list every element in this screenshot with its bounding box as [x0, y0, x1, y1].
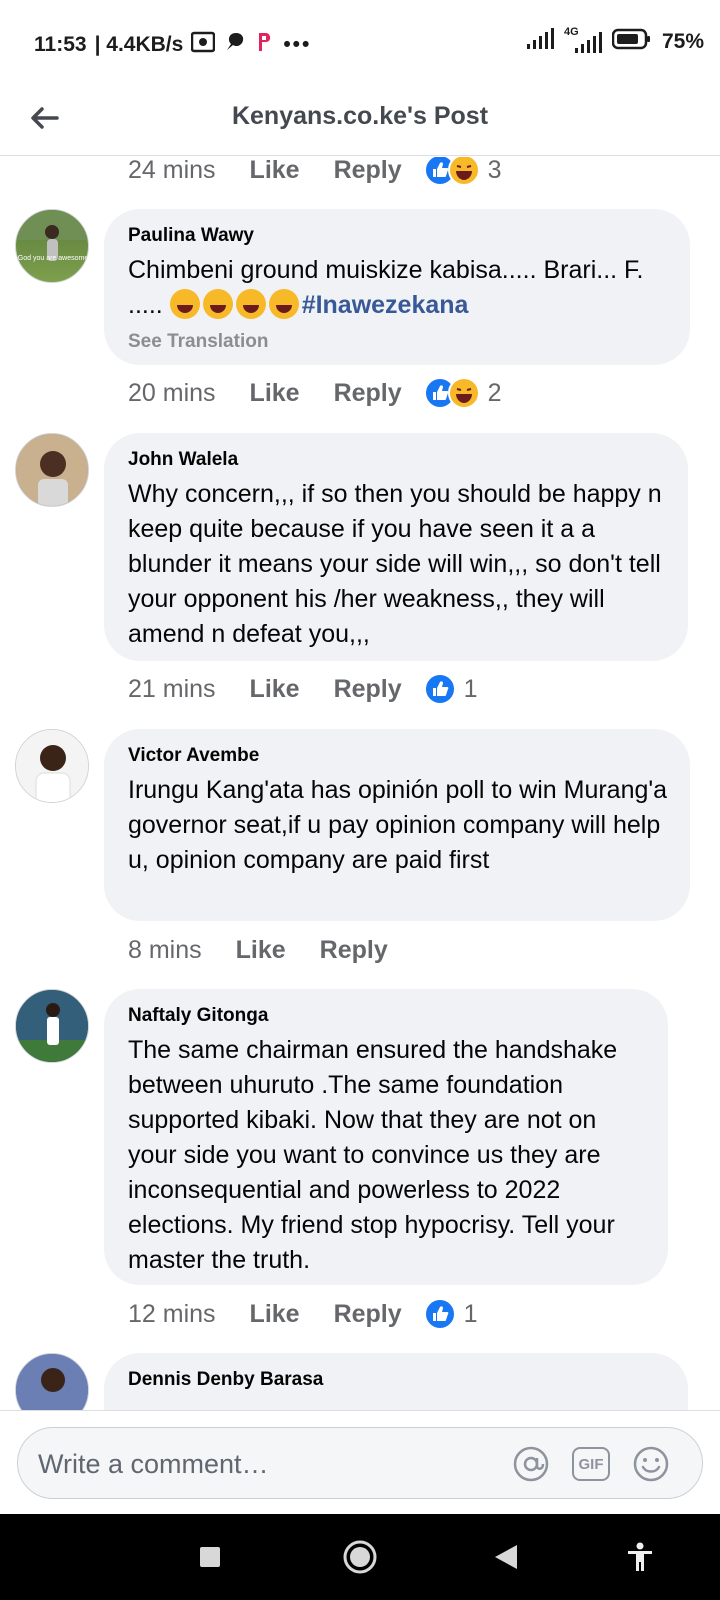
- hashtag-link[interactable]: #Inawezekana: [302, 291, 469, 319]
- avatar[interactable]: [15, 1353, 89, 1410]
- comment-time: 12 mins: [128, 1299, 216, 1328]
- comment-bubble[interactable]: Dennis Denby Barasa: [104, 1353, 688, 1410]
- gif-button[interactable]: GIF: [570, 1443, 612, 1485]
- comment-actions: 8 mins Like Reply: [128, 930, 388, 970]
- gif-icon: GIF: [572, 1447, 610, 1481]
- reactions-summary[interactable]: 3: [423, 157, 502, 186]
- smiley-icon: [633, 1446, 669, 1482]
- reply-button[interactable]: Reply: [334, 675, 402, 704]
- signal-icon: [526, 28, 554, 56]
- reaction-count: 1: [463, 1299, 478, 1328]
- comment-author[interactable]: Naftaly Gitonga: [128, 1005, 646, 1027]
- comment-body: The same chairman ensured the handshake …: [128, 1036, 618, 1274]
- comment-bubble[interactable]: Victor Avembe Irungu Kang'ata has opinió…: [104, 729, 690, 921]
- like-button[interactable]: Like: [250, 1300, 300, 1329]
- reply-button[interactable]: Reply: [320, 936, 388, 965]
- home-icon: [343, 1540, 377, 1574]
- signal-4g-icon: 4G: [564, 26, 602, 54]
- comment-actions: 21 mins Like Reply 1: [128, 669, 478, 709]
- comment-body: Irungu Kang'ata has opinión poll to win …: [128, 776, 668, 874]
- comment-author[interactable]: Paulina Wawy: [128, 225, 668, 247]
- like-reaction-icon: [423, 673, 456, 705]
- comment-bubble[interactable]: John Walela Why concern,,, if so then yo…: [104, 433, 688, 661]
- rofl-emoji-icon: [268, 289, 299, 319]
- haha-reaction-icon: [447, 157, 480, 186]
- comment-bubble[interactable]: Naftaly Gitonga The same chairman ensure…: [104, 989, 668, 1285]
- accessibility-icon: [628, 1542, 652, 1571]
- comment-composer: GIF: [0, 1410, 720, 1514]
- reactions-summary[interactable]: 1: [423, 673, 478, 705]
- comment-body: Why concern,,, if so then you should be …: [128, 480, 662, 648]
- battery-icon: [611, 28, 652, 56]
- page-title: Kenyans.co.ke's Post: [231, 102, 489, 130]
- comment-bubble[interactable]: Paulina Wawy Chimbeni ground muiskize ka…: [104, 209, 690, 365]
- comment-actions: 24 mins Like Reply 3: [128, 157, 502, 190]
- avatar[interactable]: [15, 433, 89, 507]
- messenger-icon: [223, 30, 247, 60]
- reply-button[interactable]: Reply: [334, 1300, 402, 1329]
- comment-time: 24 mins: [128, 157, 216, 184]
- comment-author[interactable]: Dennis Denby Barasa: [128, 1369, 666, 1391]
- reaction-count: 1: [463, 674, 478, 703]
- see-translation-link[interactable]: See Translation: [128, 331, 668, 353]
- gif-label: GIF: [578, 1455, 604, 1473]
- avatar[interactable]: [15, 729, 89, 803]
- status-left: 11:53 | 4.4KB/s •••: [34, 30, 311, 60]
- like-button[interactable]: Like: [236, 936, 286, 965]
- like-reaction-icon: [423, 1298, 456, 1330]
- comments-feed[interactable]: 24 mins Like Reply 3 God you are awesome…: [0, 157, 720, 1410]
- recents-button[interactable]: [188, 1535, 232, 1579]
- battery-percent: 75%: [661, 30, 704, 53]
- haha-reaction-icon: [447, 377, 480, 409]
- like-button[interactable]: Like: [250, 675, 300, 704]
- comment-author[interactable]: John Walela: [128, 449, 666, 471]
- emoji-button[interactable]: [630, 1443, 672, 1485]
- home-button[interactable]: [338, 1535, 382, 1579]
- recents-icon: [200, 1547, 220, 1567]
- reactions-summary[interactable]: 2: [423, 377, 502, 409]
- avatar[interactable]: [15, 989, 89, 1063]
- comment-time: 8 mins: [128, 935, 202, 964]
- post-header: Kenyans.co.ke's Post: [0, 84, 720, 156]
- back-triangle-icon: [495, 1545, 517, 1569]
- reply-button[interactable]: Reply: [334, 157, 402, 185]
- more-notifications-icon: •••: [283, 33, 312, 56]
- accessibility-button[interactable]: [618, 1535, 662, 1579]
- status-time: 11:53: [34, 33, 87, 56]
- comment-actions: 20 mins Like Reply 2: [128, 373, 502, 413]
- mention-button[interactable]: [510, 1443, 552, 1485]
- status-right: 4G 75%: [526, 26, 704, 56]
- comment-author[interactable]: Victor Avembe: [128, 745, 668, 767]
- reply-button[interactable]: Reply: [334, 379, 402, 408]
- app-notification-icon: [255, 31, 275, 59]
- like-button[interactable]: Like: [250, 379, 300, 408]
- at-sign-icon: [513, 1446, 549, 1482]
- rofl-emoji-icon: [235, 289, 266, 319]
- comment-time: 20 mins: [128, 378, 216, 407]
- reaction-count: 3: [487, 157, 502, 184]
- comment-text: Chimbeni ground muiskize kabisa..... Bra…: [128, 253, 668, 323]
- rofl-emoji-icon: [169, 289, 200, 319]
- like-button[interactable]: Like: [250, 157, 300, 185]
- comment-input[interactable]: [38, 1446, 478, 1482]
- back-nav-button[interactable]: [484, 1535, 528, 1579]
- status-bar: 11:53 | 4.4KB/s ••• 4G 75%: [0, 0, 720, 84]
- system-nav-bar: [0, 1514, 720, 1600]
- reaction-count: 2: [487, 378, 502, 407]
- screenshot-icon: [191, 31, 216, 59]
- comment-actions: 12 mins Like Reply 1: [128, 1294, 478, 1334]
- reactions-summary[interactable]: 1: [423, 1298, 478, 1330]
- rofl-emoji-icon: [202, 289, 233, 319]
- avatar-caption: God you are awesome: [18, 255, 89, 262]
- comment-box[interactable]: GIF: [17, 1427, 703, 1499]
- comment-time: 21 mins: [128, 674, 216, 703]
- status-net-speed: | 4.4KB/s: [94, 33, 184, 56]
- avatar[interactable]: God you are awesome: [15, 209, 89, 283]
